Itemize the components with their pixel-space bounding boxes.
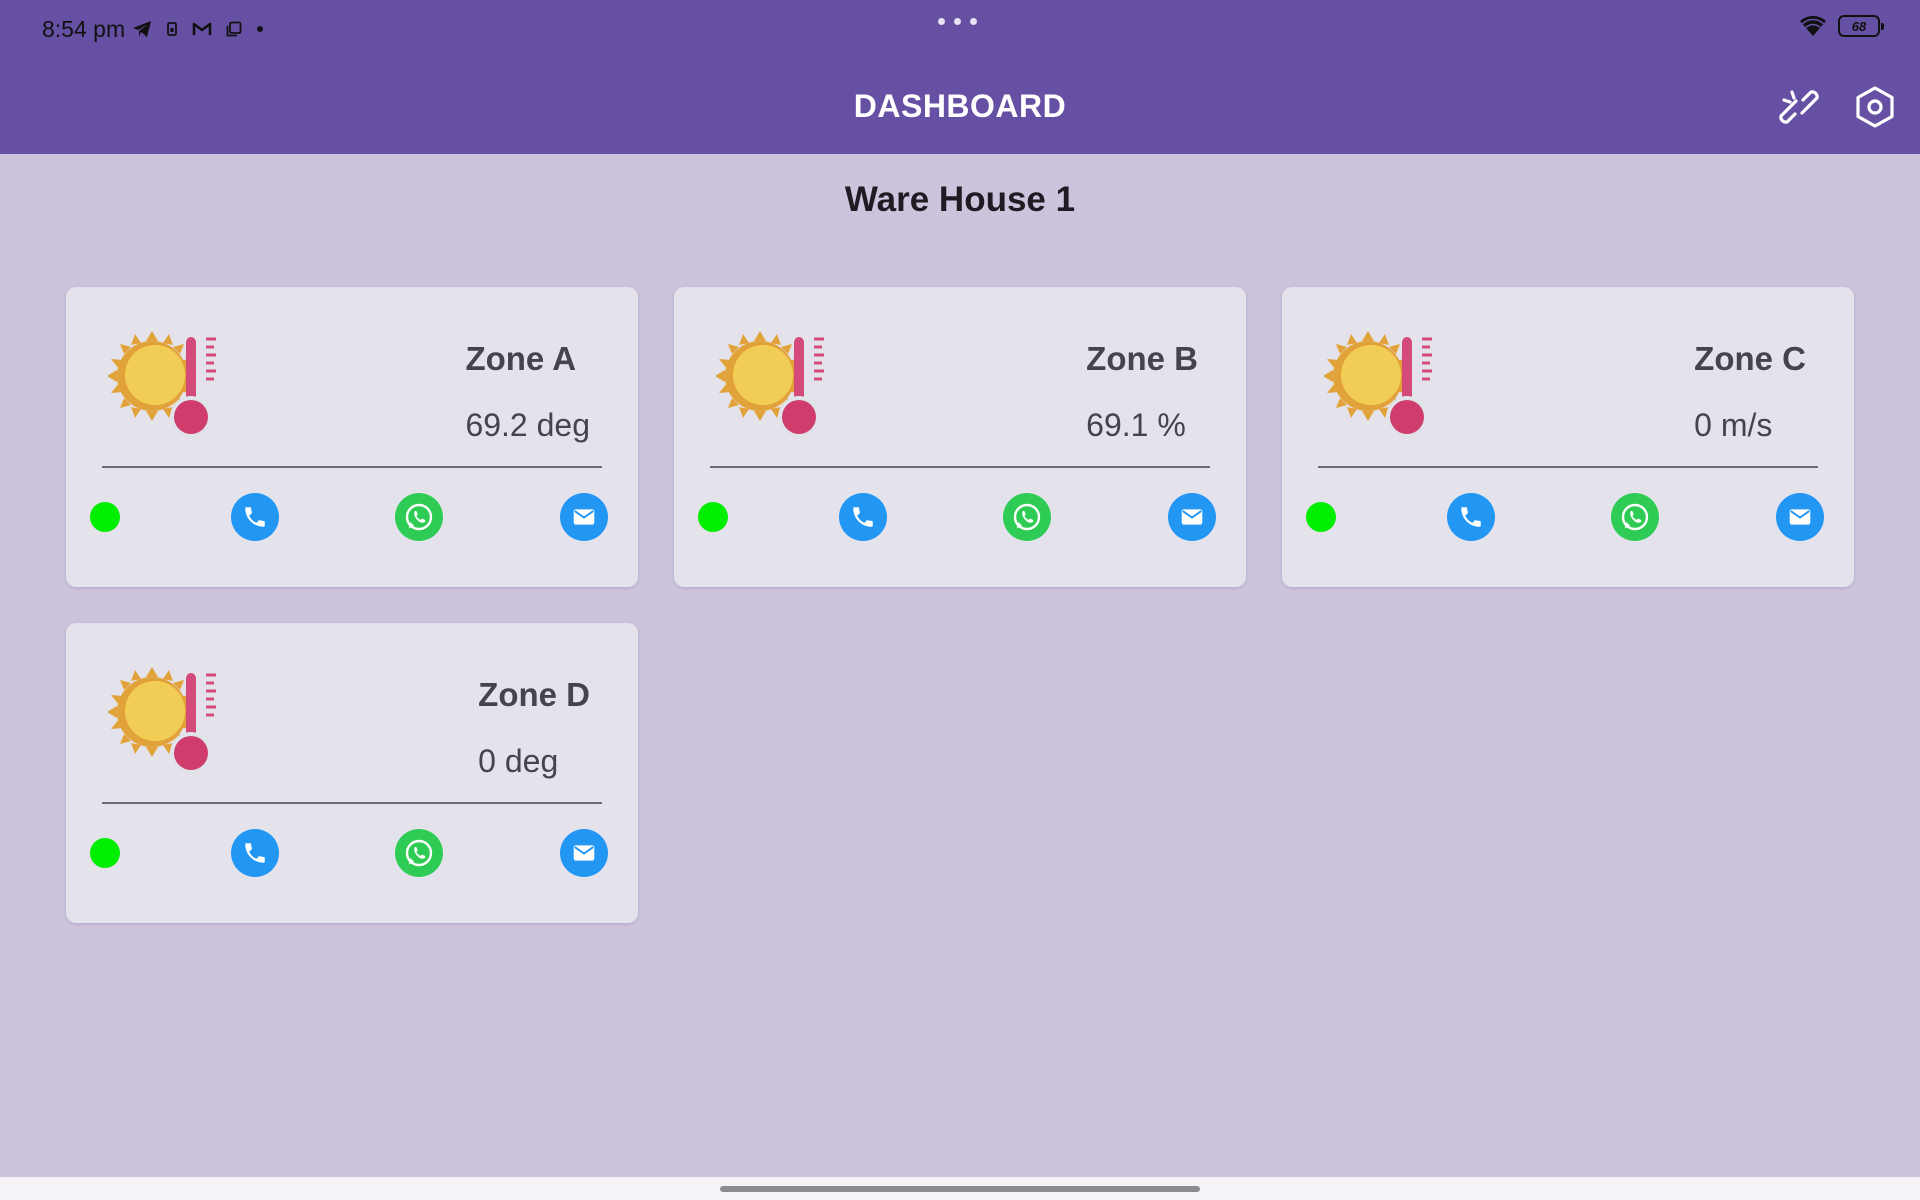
- whatsapp-button[interactable]: [1003, 493, 1051, 541]
- zone-name: Zone D: [478, 676, 590, 713]
- app-title: DASHBOARD: [853, 88, 1067, 124]
- settings-button[interactable]: [1850, 82, 1900, 132]
- whatsapp-icon: [1621, 503, 1649, 531]
- email-button[interactable]: [560, 493, 608, 541]
- divider: [102, 802, 602, 804]
- email-button[interactable]: [560, 829, 608, 877]
- page-title: Ware House 1: [844, 180, 1076, 219]
- status-notification-icons: [132, 16, 264, 42]
- whatsapp-icon: [405, 839, 433, 867]
- system-status: 68: [1798, 14, 1884, 38]
- whatsapp-icon: [1013, 503, 1041, 531]
- whatsapp-button[interactable]: [395, 493, 443, 541]
- call-button[interactable]: [839, 493, 887, 541]
- zone-grid: Zone A 69.2 deg Zone B 69.1 % Zone C 0 m…: [66, 287, 1856, 923]
- whatsapp-button[interactable]: [395, 829, 443, 877]
- app-bar: 8:54 pm 68 DASHBOARD: [0, 0, 1920, 154]
- status-indicator: [1306, 502, 1336, 532]
- phone-icon: [853, 507, 873, 527]
- battery-icon: 68: [1838, 15, 1884, 37]
- mail-icon: [573, 845, 595, 861]
- sun-thermometer-icon: [1324, 331, 1432, 438]
- email-button[interactable]: [1776, 493, 1824, 541]
- telegram-icon: [133, 21, 151, 37]
- home-indicator[interactable]: [720, 1186, 1200, 1192]
- sun-thermometer-icon: [108, 667, 216, 774]
- divider: [102, 466, 602, 468]
- mail-icon: [1789, 509, 1811, 525]
- zone-name: Zone A: [465, 340, 577, 377]
- call-button[interactable]: [1447, 493, 1495, 541]
- unlink-icon: [1779, 90, 1819, 124]
- copy-icon: [226, 21, 242, 37]
- gmail-icon: [192, 22, 212, 35]
- call-button[interactable]: [231, 829, 279, 877]
- zone-card[interactable]: Zone B 69.1 %: [674, 287, 1246, 587]
- zone-name: Zone C: [1694, 340, 1806, 377]
- email-button[interactable]: [1168, 493, 1216, 541]
- phone-icon: [1461, 507, 1481, 527]
- mail-icon: [1181, 509, 1203, 525]
- settings-icon: [1856, 86, 1894, 128]
- whatsapp-icon: [405, 503, 433, 531]
- phone-icon: [245, 843, 265, 863]
- sim-icon: [167, 22, 177, 36]
- zone-value: 69.1 %: [1086, 407, 1186, 443]
- call-button[interactable]: [231, 493, 279, 541]
- sun-thermometer-icon: [716, 331, 824, 438]
- zone-name: Zone B: [1086, 340, 1198, 377]
- zone-card[interactable]: Zone C 0 m/s: [1282, 287, 1854, 587]
- status-time: 8:54 pm: [42, 16, 126, 42]
- zone-value: 0 m/s: [1694, 407, 1773, 443]
- unlink-button[interactable]: [1774, 82, 1824, 132]
- wifi-icon: [1800, 15, 1826, 36]
- window-menu-icon[interactable]: [938, 18, 977, 25]
- sun-thermometer-icon: [108, 331, 216, 438]
- status-indicator: [90, 502, 120, 532]
- divider: [710, 466, 1210, 468]
- whatsapp-button[interactable]: [1611, 493, 1659, 541]
- zone-card[interactable]: Zone D 0 deg: [66, 623, 638, 923]
- more-notifications-icon: [257, 26, 263, 32]
- status-indicator: [90, 838, 120, 868]
- divider: [1318, 466, 1818, 468]
- status-indicator: [698, 502, 728, 532]
- phone-icon: [245, 507, 265, 527]
- zone-value: 69.2 deg: [465, 407, 590, 443]
- mail-icon: [573, 509, 595, 525]
- zone-card[interactable]: Zone A 69.2 deg: [66, 287, 638, 587]
- zone-value: 0 deg: [478, 743, 559, 779]
